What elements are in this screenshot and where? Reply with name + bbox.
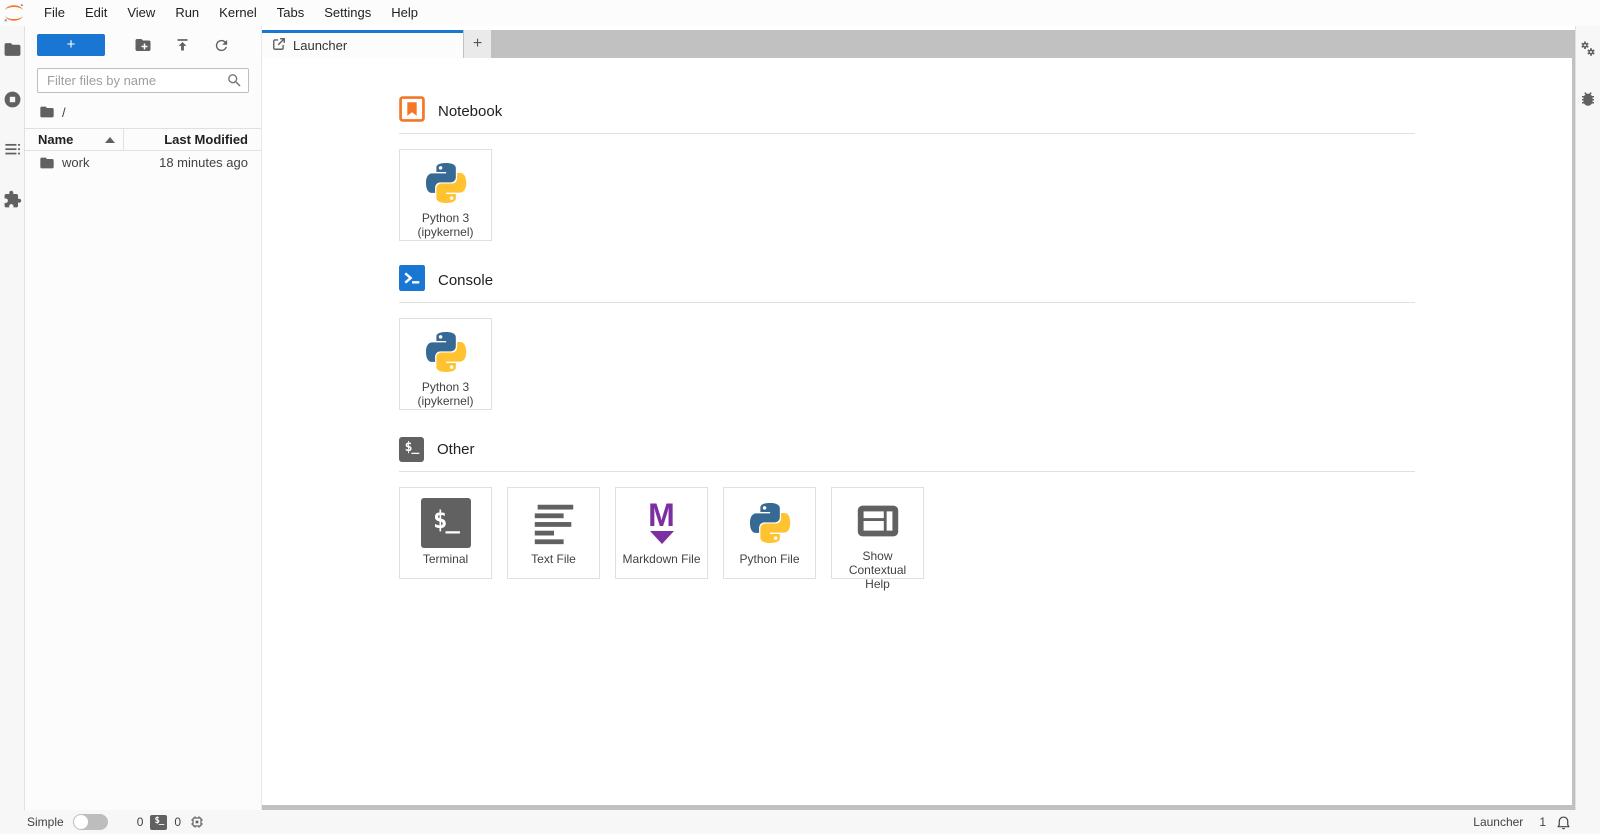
python-icon	[746, 496, 794, 549]
kernels-count[interactable]: 0	[174, 815, 181, 829]
notifications-count[interactable]: 1	[1539, 815, 1546, 829]
section-divider	[399, 302, 1415, 303]
menu-edit[interactable]: Edit	[75, 0, 117, 26]
tab-label: Launcher	[293, 38, 348, 53]
markdown-icon: M	[648, 499, 675, 545]
launcher-section-other: $_ Other $_ Terminal Text File M Markdow…	[399, 436, 1415, 591]
tab-bar: Launcher +	[262, 30, 1575, 58]
card-label: Python 3 (ipykernel)	[417, 380, 474, 409]
debugger-icon[interactable]	[1578, 89, 1598, 109]
python-icon	[422, 158, 470, 208]
terminal-icon: $_	[420, 497, 471, 548]
file-browser-toolbar: +	[37, 33, 249, 57]
simple-mode-label: Simple	[27, 815, 64, 829]
launcher-card-notebook-python3[interactable]: Python 3 (ipykernel)	[399, 149, 492, 241]
column-header-name[interactable]: Name	[25, 132, 97, 147]
running-sessions-icon[interactable]	[2, 89, 22, 109]
menu-kernel[interactable]: Kernel	[209, 0, 267, 26]
launcher-card-markdown-file[interactable]: M Markdown File	[615, 487, 708, 579]
section-title: Other	[437, 440, 475, 458]
refresh-icon[interactable]	[210, 34, 232, 56]
console-icon	[399, 264, 425, 296]
menu-tabs[interactable]: Tabs	[267, 0, 314, 26]
new-tab-button[interactable]: +	[464, 30, 491, 58]
status-bar: Simple 0 $_ 0 Launcher 1	[0, 810, 1600, 834]
dock-content: Notebook Python 3 (ipykernel) Console Py…	[262, 58, 1572, 805]
jupyter-logo-icon	[2, 2, 26, 24]
card-label: Terminal	[422, 552, 469, 566]
menu-settings[interactable]: Settings	[314, 0, 381, 26]
filter-files-container	[37, 68, 249, 93]
home-folder-icon[interactable]	[39, 104, 55, 120]
breadcrumb: /	[39, 104, 261, 120]
simple-mode-toggle[interactable]	[72, 814, 108, 830]
file-browser-icon[interactable]	[2, 39, 22, 59]
file-last-modified: 18 minutes ago	[159, 155, 248, 170]
search-icon	[226, 72, 243, 94]
section-divider	[399, 133, 1415, 134]
card-label: Python 3 (ipykernel)	[417, 211, 474, 240]
sort-ascending-icon[interactable]	[97, 136, 123, 143]
upload-icon[interactable]	[171, 34, 193, 56]
kernel-chip-icon[interactable]	[188, 814, 205, 831]
terminals-count[interactable]: 0	[137, 815, 144, 829]
card-label: Text File	[531, 552, 576, 566]
launcher-card-text-file[interactable]: Text File	[507, 487, 600, 579]
bell-icon[interactable]	[1555, 813, 1572, 831]
filter-files-input[interactable]	[37, 68, 249, 93]
terminal-icon: $_	[399, 436, 424, 462]
card-label: Show Contextual Help	[848, 549, 907, 591]
menu-view[interactable]: View	[117, 0, 165, 26]
new-launcher-button[interactable]: +	[37, 34, 105, 56]
launcher-card-show-contextual-help[interactable]: Show Contextual Help	[831, 487, 924, 591]
launcher-section-console: Console Python 3 (ipykernel)	[399, 264, 1415, 410]
breadcrumb-root[interactable]: /	[62, 105, 66, 120]
text-file-icon	[529, 496, 579, 549]
main-area: + / Name	[0, 26, 1600, 810]
launcher-card-console-python3[interactable]: Python 3 (ipykernel)	[399, 318, 492, 410]
extension-manager-icon[interactable]	[2, 189, 22, 209]
card-label: Python File	[739, 552, 800, 566]
menu-bar: File Edit View Run Kernel Tabs Settings …	[0, 0, 1600, 26]
section-title: Console	[438, 271, 494, 289]
card-label: Markdown File	[622, 552, 701, 566]
launcher-panel: Notebook Python 3 (ipykernel) Console Py…	[262, 58, 1572, 591]
menu-file[interactable]: File	[34, 0, 75, 26]
tab-launcher[interactable]: Launcher	[262, 30, 463, 58]
file-browser-panel: + / Name	[25, 26, 262, 810]
menu-help[interactable]: Help	[381, 0, 428, 26]
left-activity-bar	[0, 26, 25, 810]
table-of-contents-icon[interactable]	[2, 139, 22, 159]
launcher-card-terminal[interactable]: $_ Terminal	[399, 487, 492, 579]
menu-run[interactable]: Run	[165, 0, 209, 26]
launcher-card-python-file[interactable]: Python File	[723, 487, 816, 579]
terminal-status-icon[interactable]: $_	[150, 814, 168, 830]
file-name: work	[62, 155, 90, 170]
notebook-icon	[399, 95, 425, 127]
python-icon	[422, 327, 470, 377]
current-activity-label[interactable]: Launcher	[1473, 815, 1523, 829]
file-row-work[interactable]: work 18 minutes ago	[25, 151, 261, 174]
file-list-header: Name Last Modified	[25, 128, 261, 151]
section-divider	[399, 471, 1415, 472]
column-header-last-modified[interactable]: Last Modified	[124, 132, 261, 147]
right-activity-bar	[1575, 26, 1600, 810]
folder-icon	[39, 155, 55, 171]
property-inspector-icon[interactable]	[1578, 39, 1598, 59]
new-folder-icon[interactable]	[132, 34, 154, 56]
launcher-section-notebook: Notebook Python 3 (ipykernel)	[399, 95, 1415, 241]
contextual-help-icon	[853, 496, 903, 546]
launcher-tab-icon	[272, 37, 286, 54]
jupyterlab-app: File Edit View Run Kernel Tabs Settings …	[0, 0, 1600, 834]
dock-panel: Launcher + Notebook Python 3 (ipykernel)…	[262, 26, 1575, 810]
section-title: Notebook	[438, 102, 503, 120]
